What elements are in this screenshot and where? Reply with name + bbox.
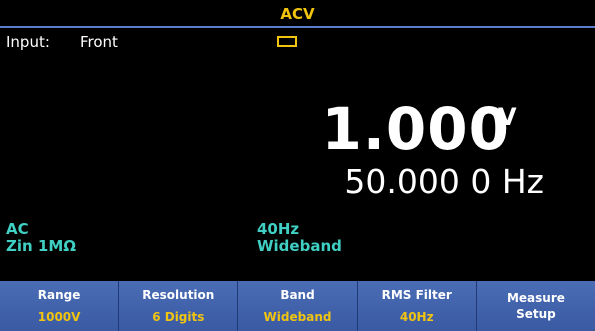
softkey-range[interactable]: Range 1000V [0, 281, 120, 331]
primary-reading: 1.000 [321, 95, 510, 163]
primary-reading-unit: V [498, 103, 517, 131]
softkey-label: Resolution [142, 288, 215, 302]
title-bar: ACV [0, 0, 595, 28]
meter-screen: ACV Input: Front 1.000 V 50.000 0 Hz AC … [0, 0, 595, 331]
softkey-value: 6 Digits [152, 310, 205, 324]
input-label: Input: [6, 33, 50, 51]
softkey-resolution[interactable]: Resolution 6 Digits [119, 281, 239, 331]
filter-label: 40Hz [257, 220, 300, 238]
softkey-bar: Range 1000V Resolution 6 Digits Band Wid… [0, 281, 595, 331]
input-terminal-value: Front [80, 33, 118, 51]
coupling-label: AC [6, 220, 29, 238]
softkey-measure-setup[interactable]: Measure Setup [476, 281, 595, 331]
frequency-reading: 50.000 0 Hz [344, 162, 544, 201]
softkey-label: RMS Filter [381, 288, 452, 302]
battery-icon [277, 36, 297, 47]
softkey-rms-filter[interactable]: RMS Filter 40Hz [357, 281, 477, 331]
softkey-value: 40Hz [399, 310, 434, 324]
band-label: Wideband [257, 237, 342, 255]
softkey-label: Measure Setup [506, 291, 565, 321]
softkey-value: 1000V [37, 310, 81, 324]
softkey-value: Wideband [263, 310, 332, 324]
softkey-label: Band [280, 288, 315, 302]
function-title: ACV [280, 5, 315, 23]
softkey-label: Range [37, 288, 81, 302]
impedance-label: Zin 1MΩ [6, 237, 77, 255]
softkey-band[interactable]: Band Wideband [238, 281, 358, 331]
